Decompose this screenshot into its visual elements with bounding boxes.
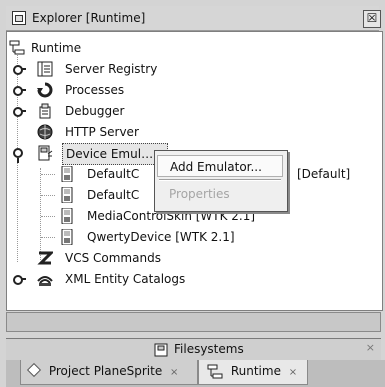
expand-toggle-icon[interactable] bbox=[13, 274, 26, 285]
menu-item-add-emulator[interactable]: Add Emulator... bbox=[157, 155, 283, 177]
tree-node-label: DefaultC bbox=[87, 188, 140, 202]
filesystems-tab-label: Filesystems bbox=[174, 342, 244, 356]
tab-close-icon[interactable]: × bbox=[170, 367, 178, 378]
explorer-window: Explorer [Runtime] ☒ Runtime Server Regi… bbox=[0, 0, 385, 387]
expand-toggle-icon[interactable] bbox=[13, 106, 26, 117]
close-window-button[interactable]: ☒ bbox=[363, 10, 381, 28]
tree-node-label: Processes bbox=[65, 83, 125, 97]
window-titlebar[interactable]: Explorer [Runtime] ☒ bbox=[6, 6, 381, 31]
expand-toggle-icon[interactable] bbox=[13, 64, 26, 75]
tree-node-label: Server Registry bbox=[65, 62, 158, 76]
tree-node-label: QwertyDevice [WTK 2.1] bbox=[87, 230, 235, 244]
xml-catalog-icon bbox=[37, 276, 53, 286]
processes-icon bbox=[37, 82, 53, 98]
tree-node-server-registry[interactable]: Server Registry bbox=[9, 59, 309, 79]
expand-toggle-icon[interactable] bbox=[13, 85, 26, 96]
filesystems-icon bbox=[154, 343, 168, 357]
menu-separator bbox=[159, 179, 281, 181]
tree-node-debugger[interactable]: Debugger bbox=[9, 101, 309, 121]
tree-node-label: XML Entity Catalogs bbox=[65, 272, 186, 286]
tree-node-label: VCS Commands bbox=[65, 251, 161, 265]
context-menu: Add Emulator... Properties bbox=[154, 150, 288, 212]
tree-guide-line bbox=[41, 216, 55, 217]
tree-node-label: Debugger bbox=[65, 104, 125, 118]
phone-device-icon bbox=[61, 187, 73, 203]
filesystems-close-icon[interactable]: × bbox=[366, 341, 375, 354]
tree-node-qwerty-device[interactable]: QwertyDevice [WTK 2.1] bbox=[9, 227, 309, 247]
runtime-icon bbox=[9, 40, 25, 55]
vcs-icon bbox=[37, 251, 53, 265]
tree-node-processes[interactable]: Processes bbox=[9, 80, 309, 100]
http-server-icon bbox=[37, 124, 53, 140]
status-bar bbox=[6, 312, 381, 332]
menu-item-properties: Properties bbox=[169, 187, 230, 201]
tree-node-runtime[interactable]: Runtime bbox=[9, 38, 209, 58]
tree-guide-line bbox=[41, 195, 55, 196]
tree-node-vcs-commands[interactable]: VCS Commands bbox=[9, 248, 309, 268]
phone-device-icon bbox=[61, 208, 73, 224]
tree-node-label: DefaultC bbox=[87, 167, 140, 181]
filesystems-tab[interactable]: Filesystems × bbox=[6, 338, 381, 361]
tab-label: Runtime bbox=[230, 364, 281, 378]
project-diamond-icon bbox=[26, 362, 42, 378]
debugger-icon bbox=[39, 103, 51, 119]
collapse-toggle-icon[interactable] bbox=[13, 148, 23, 163]
phone-device-icon bbox=[61, 229, 73, 245]
runtime-icon bbox=[207, 364, 223, 378]
device-emulator-icon bbox=[38, 145, 53, 161]
tree-node-label: Device Emul… bbox=[62, 143, 168, 165]
tab-project-planesprite[interactable]: Project PlaneSprite × bbox=[20, 360, 198, 385]
tree-node-label: HTTP Server bbox=[65, 125, 139, 139]
tab-runtime[interactable]: Runtime × bbox=[198, 360, 308, 385]
tab-label: Project PlaneSprite bbox=[48, 364, 163, 378]
phone-device-icon bbox=[61, 166, 73, 182]
bottom-tab-bar: Project PlaneSprite × Runtime × bbox=[6, 360, 385, 387]
tree-node-http-server[interactable]: HTTP Server bbox=[9, 122, 309, 142]
explorer-window-icon bbox=[12, 11, 26, 25]
tree-node-xml-entity-catalogs[interactable]: XML Entity Catalogs bbox=[9, 269, 309, 289]
window-title: Explorer [Runtime] bbox=[32, 11, 146, 25]
server-registry-icon bbox=[37, 61, 53, 77]
tab-close-icon[interactable]: × bbox=[289, 367, 297, 378]
tree-guide-line bbox=[41, 174, 55, 175]
tree-node-label-suffix: [Default] bbox=[297, 167, 351, 181]
tree-guide-line bbox=[41, 237, 55, 238]
tree-node-label: Runtime bbox=[31, 41, 82, 55]
